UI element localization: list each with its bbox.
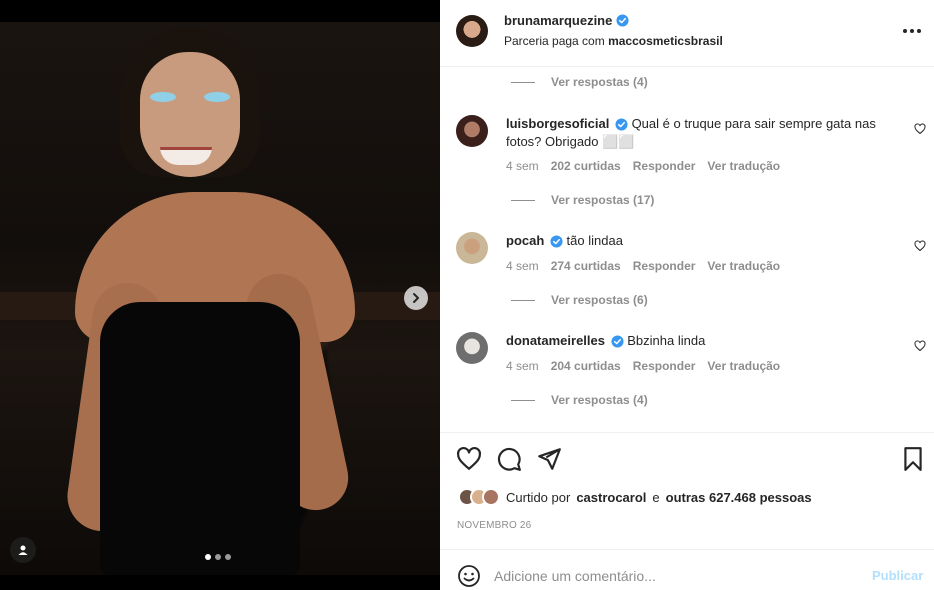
post-media <box>0 0 440 590</box>
translate-button[interactable]: Ver tradução <box>707 259 780 273</box>
view-replies-button[interactable]: Ver respostas (4) <box>511 75 648 89</box>
commenter-username[interactable]: donatameirelles <box>506 333 605 348</box>
comment-text: tão lindaa <box>566 233 623 248</box>
user-tag-button[interactable] <box>10 537 36 563</box>
view-replies-button[interactable]: Ver respostas (6) <box>511 293 648 307</box>
partner-username[interactable]: maccosmeticsbrasil <box>608 34 723 48</box>
verified-badge-icon <box>616 14 629 27</box>
author-name-row: brunamarquezine <box>504 13 629 28</box>
comment-text: Bbzinha linda <box>627 333 706 348</box>
likes-first-user[interactable]: castrocarol <box>576 490 646 505</box>
view-replies-button[interactable]: Ver respostas (4) <box>511 393 648 407</box>
publish-button[interactable]: Publicar <box>872 568 923 583</box>
verified-badge-icon <box>615 118 628 131</box>
liker-avatars <box>458 488 500 506</box>
comment-icon[interactable] <box>496 446 522 472</box>
carousel-dots <box>205 554 231 560</box>
view-replies-label: Ver respostas (6) <box>551 293 648 307</box>
comment-meta: 4 sem 204 curtidas Responder Ver traduçã… <box>506 359 780 373</box>
carousel-next-button[interactable] <box>404 286 428 310</box>
reply-button[interactable]: Responder <box>633 159 696 173</box>
partnership-prefix: Parceria paga com <box>504 34 605 48</box>
heart-icon[interactable] <box>914 340 926 352</box>
comment-body: luisborgesoficial Qual é o truque para s… <box>506 115 906 151</box>
translate-button[interactable]: Ver tradução <box>707 359 780 373</box>
view-replies-label: Ver respostas (4) <box>551 75 648 89</box>
more-icon <box>903 29 907 33</box>
verified-badge-icon <box>611 335 624 348</box>
action-bar-divider <box>440 432 934 433</box>
photo-eye-right <box>204 92 230 102</box>
photo-eye-left <box>150 92 176 102</box>
more-options-button[interactable] <box>900 23 924 39</box>
commenter-username[interactable]: pocah <box>506 233 544 248</box>
post-header: brunamarquezine Parceria paga com maccos… <box>440 0 934 67</box>
comment-likes[interactable]: 274 curtidas <box>551 259 621 273</box>
likes-prefix: Curtido por <box>506 489 571 505</box>
verified-badge-icon <box>550 235 563 248</box>
comment-bar: Publicar <box>440 549 934 590</box>
comment-age[interactable]: 4 sem <box>506 159 539 173</box>
view-replies-button[interactable]: Ver respostas (17) <box>511 193 654 207</box>
commenter-username[interactable]: luisborgesoficial <box>506 116 609 131</box>
likes-connector: e <box>652 489 660 505</box>
commenter-avatar[interactable] <box>456 115 488 147</box>
user-tag-icon <box>18 545 28 555</box>
author-avatar[interactable] <box>456 15 488 47</box>
translate-button[interactable]: Ver tradução <box>707 159 780 173</box>
carousel-dot <box>205 554 211 560</box>
post-side-panel: brunamarquezine Parceria paga com maccos… <box>440 0 934 590</box>
paid-partnership-label: Parceria paga com maccosmeticsbrasil <box>504 34 723 48</box>
reply-button[interactable]: Responder <box>633 359 696 373</box>
commenter-avatar[interactable] <box>456 232 488 264</box>
likes-summary: Curtido por castrocarol e outras 627.468… <box>458 488 812 506</box>
emoji-icon[interactable] <box>457 564 481 588</box>
carousel-dot <box>225 554 231 560</box>
comment-likes[interactable]: 202 curtidas <box>551 159 621 173</box>
comment-meta: 4 sem 202 curtidas Responder Ver traduçã… <box>506 159 780 173</box>
carousel-dot <box>215 554 221 560</box>
post-date[interactable]: NOVEMBRO 26 <box>457 520 531 531</box>
likes-others[interactable]: outras 627.468 pessoas <box>666 490 812 505</box>
author-username[interactable]: brunamarquezine <box>504 13 612 28</box>
view-replies-label: Ver respostas (17) <box>551 193 655 207</box>
heart-icon[interactable] <box>914 240 926 252</box>
heart-icon[interactable] <box>914 123 926 135</box>
commenter-avatar[interactable] <box>456 332 488 364</box>
comment-age[interactable]: 4 sem <box>506 259 539 273</box>
chevron-right-icon <box>413 293 419 303</box>
comment-body: donatameirelles Bbzinha linda <box>506 332 906 350</box>
comment-likes[interactable]: 204 curtidas <box>551 359 621 373</box>
post-photo[interactable] <box>0 22 440 575</box>
comment-input[interactable] <box>494 564 854 588</box>
reply-button[interactable]: Responder <box>633 259 696 273</box>
share-icon[interactable] <box>536 446 562 472</box>
avatar <box>482 488 500 506</box>
bookmark-icon[interactable] <box>900 446 926 472</box>
photo-dress <box>100 302 300 575</box>
view-replies-label: Ver respostas (4) <box>551 393 648 407</box>
heart-icon[interactable] <box>456 446 482 472</box>
comment-meta: 4 sem 274 curtidas Responder Ver traduçã… <box>506 259 780 273</box>
comment-body: pocah tão lindaa <box>506 232 906 250</box>
comment-age[interactable]: 4 sem <box>506 359 539 373</box>
